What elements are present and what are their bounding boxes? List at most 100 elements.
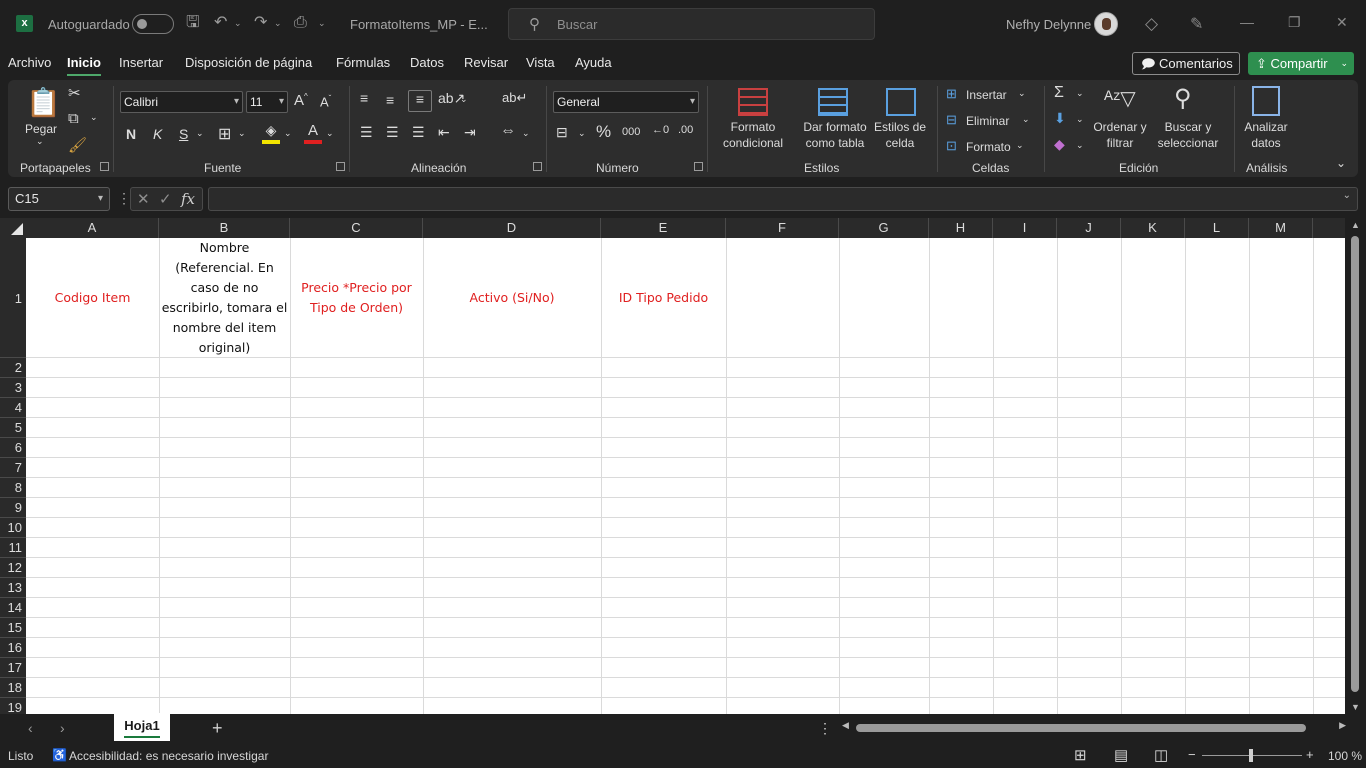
zoom-slider-thumb[interactable] <box>1249 749 1253 762</box>
cell-a1[interactable]: Codigo Item <box>26 238 159 358</box>
restore-icon[interactable]: ❐ <box>1288 14 1301 31</box>
column-header-a[interactable]: A <box>26 218 159 238</box>
font-size-select[interactable]: 11 ▾ <box>246 91 288 113</box>
row-header-18[interactable]: 18 <box>0 678 26 698</box>
column-header-b[interactable]: B <box>159 218 290 238</box>
delete-cells-icon[interactable]: ⊟ <box>946 112 957 128</box>
insert-dropdown-icon[interactable]: ⌄ <box>1018 88 1026 99</box>
increase-indent-icon[interactable]: ⇥ <box>464 124 476 141</box>
insert-cells-label[interactable]: Insertar <box>966 88 1007 102</box>
font-color-dropdown-icon[interactable]: ⌄ <box>326 128 334 139</box>
font-name-select[interactable]: Calibri ▾ <box>120 91 243 113</box>
column-header-l[interactable]: L <box>1185 218 1249 238</box>
cell-e1[interactable]: ID Tipo Pedido <box>601 238 726 358</box>
cancel-icon[interactable]: ✕ <box>137 190 150 208</box>
find-select-line2[interactable]: seleccionar <box>1153 136 1223 150</box>
row-header-3[interactable]: 3 <box>0 378 26 398</box>
number-launcher-icon[interactable] <box>694 162 703 171</box>
column-header-m[interactable]: M <box>1249 218 1313 238</box>
align-right-icon[interactable]: ☰ <box>412 124 425 141</box>
bold-button[interactable]: N <box>126 126 136 142</box>
format-cells-icon[interactable]: ⊡ <box>946 138 957 154</box>
fill-icon[interactable]: ⬇ <box>1054 110 1066 127</box>
percent-style-icon[interactable]: % <box>596 122 611 142</box>
underline-dropdown-icon[interactable]: ⌄ <box>196 128 204 139</box>
autosum-dropdown-icon[interactable]: ⌄ <box>1076 88 1084 99</box>
format-as-table-icon[interactable] <box>818 88 848 116</box>
accounting-dropdown-icon[interactable]: ⌄ <box>578 128 586 139</box>
row-header-12[interactable]: 12 <box>0 558 26 578</box>
font-launcher-icon[interactable] <box>336 162 345 171</box>
row-header-11[interactable]: 11 <box>0 538 26 558</box>
tab-hoja1[interactable]: Hoja1 <box>114 713 170 741</box>
clipboard-launcher-icon[interactable] <box>100 162 109 171</box>
accessibility-status[interactable]: Accesibilidad: es necesario investigar <box>69 749 268 763</box>
insert-cells-icon[interactable]: ⊞ <box>946 86 957 102</box>
column-header-k[interactable]: K <box>1121 218 1185 238</box>
column-header-n[interactable]: N <box>1313 218 1345 238</box>
tab-split-icon[interactable]: ⋮ <box>818 720 832 737</box>
alignment-launcher-icon[interactable] <box>533 162 542 171</box>
row-header-17[interactable]: 17 <box>0 658 26 678</box>
name-box[interactable]: C15 ▾ <box>8 187 110 211</box>
row-header-16[interactable]: 16 <box>0 638 26 658</box>
vertical-scrollbar[interactable]: ▲ ▼ <box>1345 218 1366 714</box>
find-select-icon[interactable]: ⚲ <box>1174 84 1192 113</box>
merge-dropdown-icon[interactable]: ⌄ <box>522 128 530 139</box>
pen-icon[interactable]: ✎ <box>1190 14 1203 34</box>
scroll-left-icon[interactable]: ◀ <box>842 720 849 731</box>
undo-icon[interactable]: ↶ <box>214 12 227 34</box>
quick-print-icon[interactable]: ⎙ <box>294 12 307 34</box>
autosave-toggle[interactable] <box>132 14 174 34</box>
cut-icon[interactable]: ✂ <box>68 84 81 102</box>
redo-icon[interactable]: ↷ <box>254 12 267 34</box>
insert-function-icon[interactable]: fx <box>181 190 195 208</box>
conditional-format-line1[interactable]: Formato <box>713 120 793 134</box>
decrease-indent-icon[interactable]: ⇤ <box>438 124 450 141</box>
worksheet-grid[interactable]: A B C D E F G H I J K L M N Codigo Item … <box>0 218 1366 718</box>
prev-sheet-icon[interactable]: ‹ <box>28 720 33 736</box>
copy-dropdown-icon[interactable]: ⌄ <box>90 112 98 123</box>
underline-button[interactable]: S <box>179 126 188 142</box>
format-cells-label[interactable]: Formato <box>966 140 1011 154</box>
scroll-up-icon[interactable]: ▲ <box>1351 220 1360 230</box>
row-header-4[interactable]: 4 <box>0 398 26 418</box>
increase-font-icon[interactable]: A^ <box>294 92 308 109</box>
horizontal-scroll-thumb[interactable] <box>856 724 1306 732</box>
select-all-button[interactable] <box>0 218 26 238</box>
search-box[interactable]: ⚲ Buscar <box>508 8 875 40</box>
cell-c1[interactable]: Precio *Precio por Tipo de Orden) <box>290 238 423 358</box>
accessibility-icon[interactable]: ♿ <box>52 748 67 762</box>
sort-filter-line1[interactable]: Ordenar y <box>1090 120 1150 134</box>
scroll-right-icon[interactable]: ▶ <box>1339 720 1346 731</box>
fill-color-icon[interactable]: ◈ <box>262 122 280 144</box>
share-button[interactable]: ⇪ Compartir ⌄ <box>1248 52 1354 75</box>
align-middle-icon[interactable]: ≡ <box>386 92 394 108</box>
comments-button[interactable]: 🗩 Comentarios <box>1132 52 1240 75</box>
row-header-14[interactable]: 14 <box>0 598 26 618</box>
cell-d1[interactable]: Activo (Si/No) <box>423 238 601 358</box>
undo-dropdown-icon[interactable]: ⌄ <box>234 12 242 34</box>
paste-icon[interactable]: 📋 <box>26 86 61 120</box>
align-center-icon[interactable]: ☰ <box>386 124 399 141</box>
menu-insertar[interactable]: Insertar <box>119 55 163 70</box>
column-header-g[interactable]: G <box>839 218 929 238</box>
row-header-9[interactable]: 9 <box>0 498 26 518</box>
scroll-down-icon[interactable]: ▼ <box>1351 702 1360 712</box>
menu-formulas[interactable]: Fórmulas <box>336 55 390 70</box>
row-header-6[interactable]: 6 <box>0 438 26 458</box>
clear-dropdown-icon[interactable]: ⌄ <box>1076 140 1084 151</box>
paste-label[interactable]: Pegar <box>24 122 58 136</box>
align-left-icon[interactable]: ☰ <box>360 124 373 141</box>
page-layout-view-icon[interactable]: ▤ <box>1114 746 1128 764</box>
cell-styles-line1[interactable]: Estilos de <box>870 120 930 134</box>
borders-icon[interactable]: ⊞ <box>218 124 231 144</box>
wrap-text-icon[interactable]: ab↵ <box>502 90 527 106</box>
row-header-2[interactable]: 2 <box>0 358 26 378</box>
cell-styles-line2[interactable]: celda <box>870 136 930 150</box>
row-header-1[interactable]: 1 <box>0 238 26 358</box>
format-as-table-line2[interactable]: como tabla <box>795 136 875 150</box>
vertical-scroll-thumb[interactable] <box>1351 236 1359 692</box>
menu-vista[interactable]: Vista <box>526 55 555 70</box>
menu-ayuda[interactable]: Ayuda <box>575 55 612 70</box>
